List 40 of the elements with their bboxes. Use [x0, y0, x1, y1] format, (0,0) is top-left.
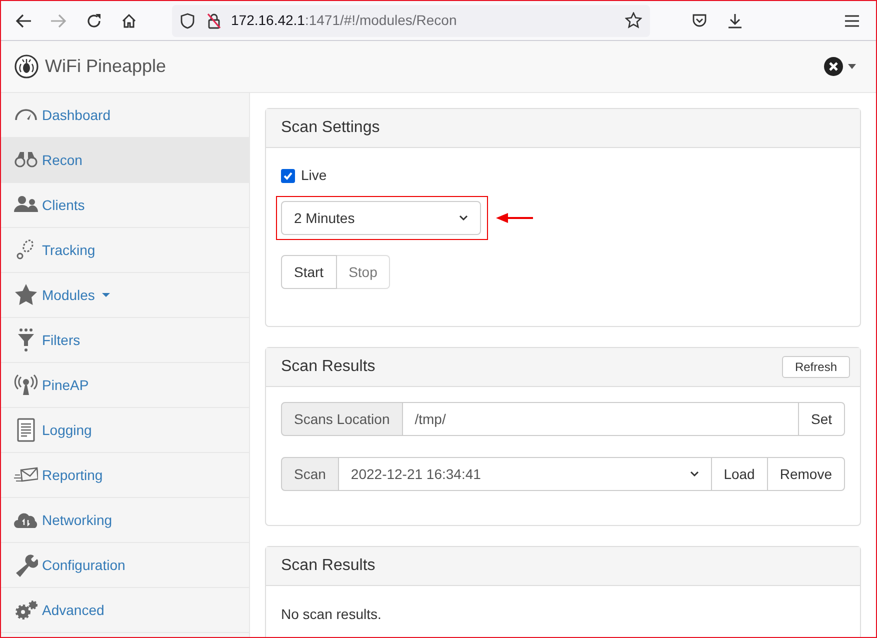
panel-title: Scan Results: [281, 556, 376, 576]
refresh-button[interactable]: Refresh: [782, 356, 850, 378]
menu-icon[interactable]: [845, 14, 859, 26]
app-title[interactable]: WiFi Pineapple: [45, 53, 166, 80]
download-icon[interactable]: [727, 12, 743, 28]
bookmark-star-icon[interactable]: [625, 12, 642, 29]
close-circle-icon: [824, 57, 843, 76]
gears-icon: [14, 598, 38, 622]
load-button[interactable]: Load: [710, 457, 767, 491]
duration-select[interactable]: 2 Minutes: [281, 201, 481, 235]
input-addon: Scan: [281, 457, 339, 491]
panel-title: Scan Settings: [281, 118, 380, 138]
panel-title: Scan Results: [281, 357, 376, 377]
url-text[interactable]: 172.16.42.1:1471/#!/modules/Recon: [231, 10, 457, 31]
location-field[interactable]: /tmp/: [402, 402, 798, 436]
set-button[interactable]: Set: [798, 402, 845, 436]
scan-select[interactable]: 2022-12-21 16:34:41: [338, 457, 711, 491]
antenna-icon: [14, 373, 38, 397]
pocket-icon[interactable]: [692, 13, 707, 28]
address-bar[interactable]: 172.16.42.1:1471/#!/modules/Recon: [172, 4, 650, 36]
insecure-lock-icon: [207, 12, 221, 28]
input-addon: Scans Location: [281, 402, 403, 436]
home-icon[interactable]: [121, 12, 137, 28]
live-checkbox[interactable]: [281, 168, 295, 182]
caret-icon: [848, 64, 856, 69]
shield-icon: [180, 12, 195, 28]
empty-message: No scan results.: [281, 606, 382, 622]
sidebar-item[interactable]: Recon: [1, 138, 249, 183]
reload-icon[interactable]: [86, 12, 102, 28]
remove-button[interactable]: Remove: [766, 457, 845, 491]
scan-control-button[interactable]: Start: [281, 255, 337, 289]
user-menu-toggle[interactable]: [824, 57, 856, 76]
wrench-icon: [14, 553, 38, 577]
chevron-down-icon: [690, 471, 699, 477]
back-icon[interactable]: [15, 12, 32, 28]
live-label: Live: [301, 166, 327, 185]
chevron-down-icon: [459, 215, 468, 221]
arrow-icon: [496, 213, 533, 223]
star-icon: [14, 283, 38, 307]
gauge-icon: [14, 108, 38, 122]
